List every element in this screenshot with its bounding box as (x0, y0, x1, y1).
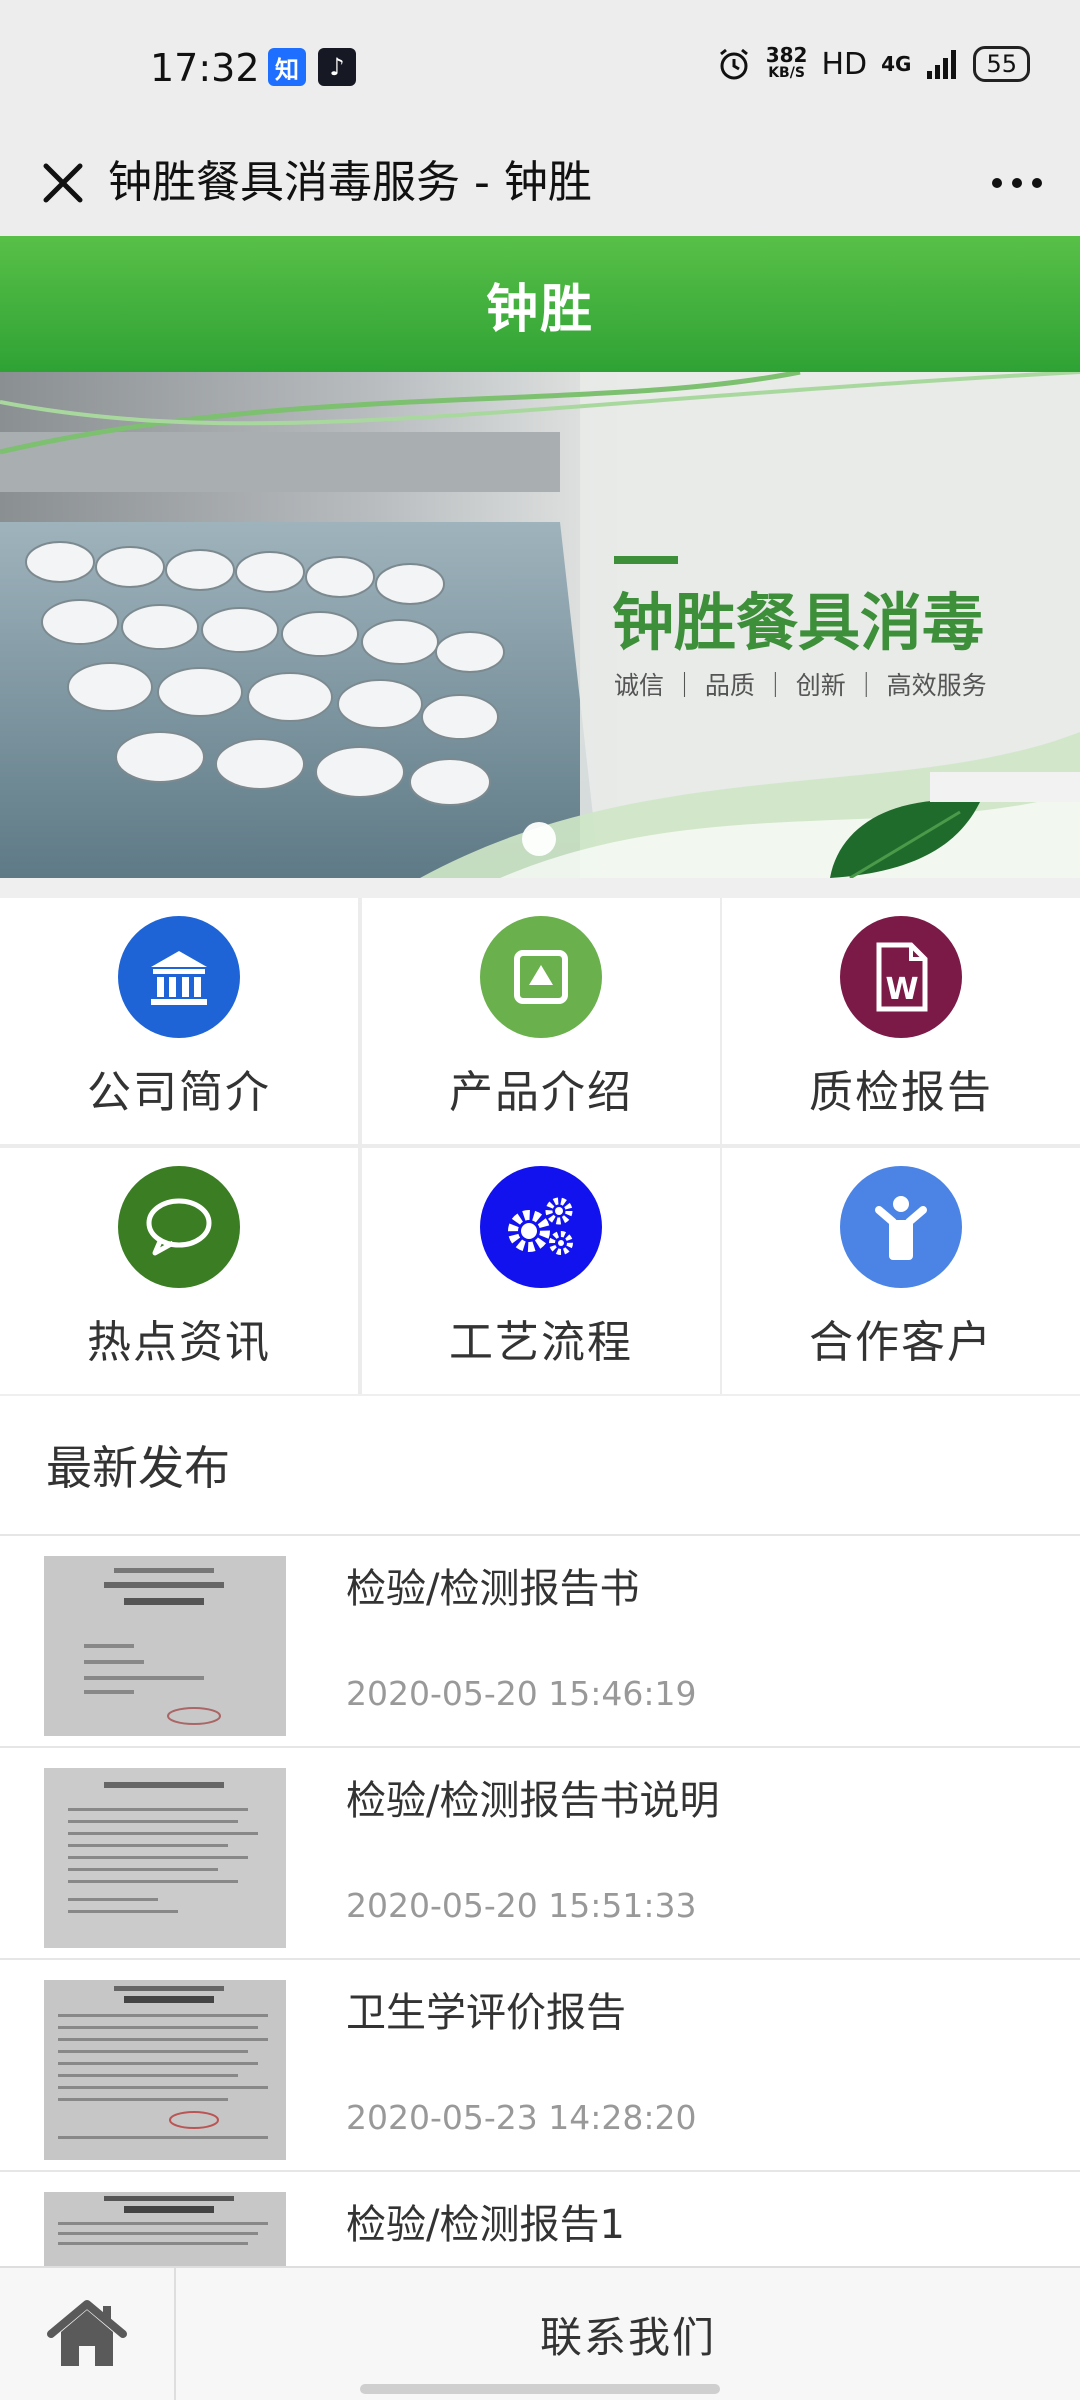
section-heading: 最新发布 (0, 1396, 1080, 1536)
contact-us-button[interactable]: 联系我们 (176, 2268, 1080, 2400)
alarm-icon (719, 48, 748, 80)
gears-icon (480, 1166, 602, 1288)
list-item[interactable]: 检验/检测报告书说明 2020-05-20 15:51:33 (0, 1748, 1080, 1960)
status-time: 17:32 (150, 46, 260, 90)
site-title: 钟胜 (485, 279, 594, 340)
douyin-app-icon: ♪ (318, 48, 356, 86)
menu-item-quality-report[interactable]: W 质检报告 (722, 898, 1080, 1144)
bank-icon (118, 916, 240, 1038)
latest-section: 最新发布 检验/检测报告书 2020-05-20 15:46:19 检验/检测报… (0, 1396, 1080, 2266)
more-options-button[interactable] (982, 148, 1052, 218)
item-title: 卫生学评价报告 (346, 1990, 626, 2036)
item-title: 检验/检测报告书说明 (346, 1778, 720, 1824)
menu-item-label: 热点资讯 (87, 1317, 271, 1368)
more-dot (1012, 178, 1022, 188)
page-title: 钟胜餐具消毒服务 - 钟胜 (108, 157, 592, 208)
more-dot (992, 178, 1002, 188)
report-thumbnail (44, 1768, 286, 1948)
menu-item-products[interactable]: 产品介绍 (362, 898, 720, 1144)
battery-indicator: 55 (973, 46, 1030, 82)
hd-indicator: HD (821, 46, 868, 82)
status-bar: 17:32 知 ♪ 382 KB/S HD 4G 55 (0, 0, 1080, 130)
item-timestamp: 2020-05-20 15:46:19 (346, 1674, 697, 1713)
status-indicators: 382 KB/S HD 4G 55 (716, 43, 1030, 82)
menu-item-label: 产品介绍 (449, 1067, 633, 1118)
net-speed-unit: KB/S (768, 65, 805, 81)
home-icon (47, 2300, 127, 2366)
chat-bubble-icon (118, 1166, 240, 1288)
item-title: 检验/检测报告1 (346, 2202, 625, 2248)
menu-item-company-intro[interactable]: 公司简介 (0, 898, 358, 1144)
word-doc-icon: W (840, 916, 962, 1038)
list-item[interactable]: 卫生学评价报告 2020-05-23 14:28:20 (0, 1960, 1080, 2172)
home-button[interactable] (0, 2268, 176, 2400)
report-thumbnail (44, 1556, 286, 1736)
report-thumbnail (44, 1980, 286, 2160)
signal-icon (927, 50, 957, 79)
menu-item-news[interactable]: 热点资讯 (0, 1148, 358, 1394)
item-title: 检验/检测报告书 (346, 1566, 640, 1612)
menu-item-label: 公司简介 (87, 1067, 271, 1118)
net-speed: 382 KB/S (765, 43, 808, 82)
list-item[interactable]: 检验/检测报告书 2020-05-20 15:46:19 (0, 1536, 1080, 1748)
item-timestamp: 2020-05-20 15:51:33 (346, 1886, 697, 1925)
net-speed-value: 382 (765, 43, 808, 67)
bottom-bar: 联系我们 (0, 2266, 1080, 2400)
gesture-bar[interactable] (360, 2384, 720, 2394)
menu-item-label: 合作客户 (809, 1317, 993, 1368)
person-icon (840, 1166, 962, 1288)
more-dot (1032, 178, 1042, 188)
svg-text:W: W (885, 972, 918, 1007)
close-icon[interactable] (28, 148, 98, 218)
carousel-indicator[interactable] (522, 822, 556, 856)
image-icon (480, 916, 602, 1038)
network-type: 4G (881, 52, 912, 76)
navigation-bar: 钟胜餐具消毒服务 - 钟胜 (0, 130, 1080, 236)
battery-level: 55 (986, 50, 1017, 78)
menu-grid: 公司简介 产品介绍 W 质检报告 热点资讯 工艺流程 合作客户 (0, 898, 1080, 1394)
item-timestamp: 2020-05-23 14:28:20 (346, 2098, 697, 2137)
menu-item-label: 质检报告 (809, 1067, 993, 1118)
banner-title: 钟胜餐具消毒 (612, 586, 985, 659)
zhihu-app-icon: 知 (268, 48, 306, 86)
menu-item-partners[interactable]: 合作客户 (722, 1148, 1080, 1394)
menu-item-process[interactable]: 工艺流程 (362, 1148, 720, 1394)
menu-item-label: 工艺流程 (449, 1317, 633, 1368)
report-thumbnail (44, 2192, 286, 2266)
list-item[interactable]: 检验/检测报告1 (0, 2172, 1080, 2266)
banner-accent-bar (614, 556, 678, 564)
banner-carousel[interactable]: 钟胜餐具消毒 诚信 ｜ 品质 ｜ 创新 ｜ 高效服务 (0, 372, 1080, 878)
site-header: 钟胜 (0, 236, 1080, 372)
banner-subtitle: 诚信 ｜ 品质 ｜ 创新 ｜ 高效服务 (614, 671, 987, 700)
